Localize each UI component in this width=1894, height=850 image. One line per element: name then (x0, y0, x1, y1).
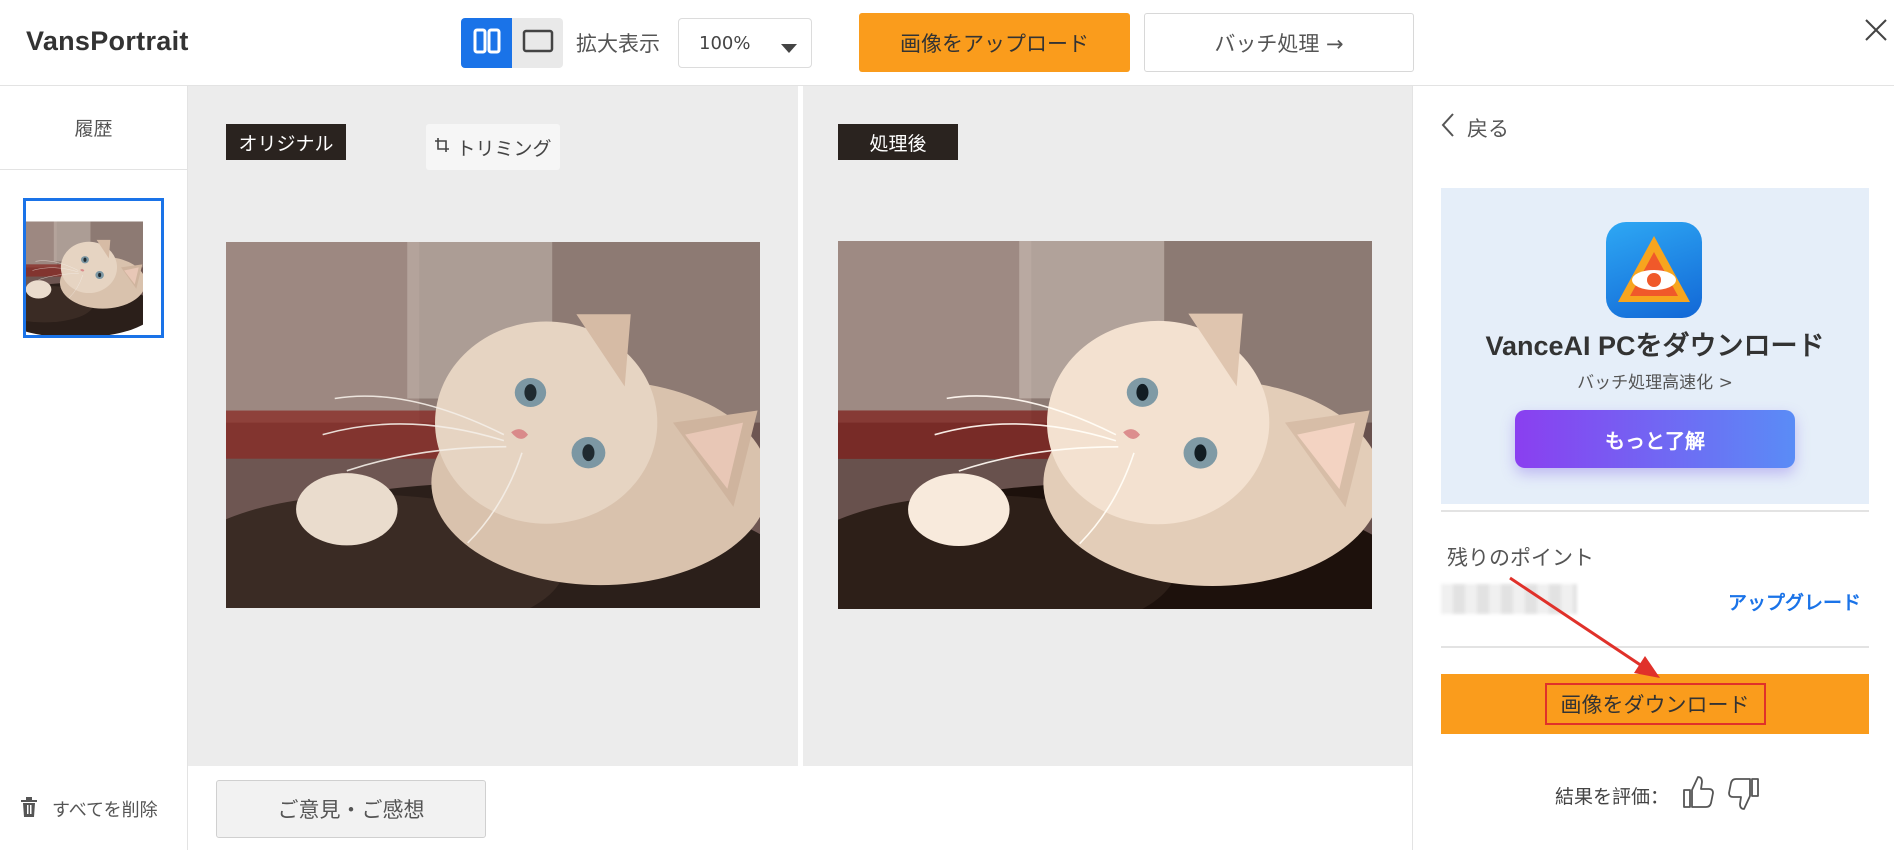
close-icon[interactable] (1862, 16, 1890, 44)
rate-result: 結果を評価： (1555, 776, 1761, 815)
batch-processing-button[interactable]: バッチ処理 → (1144, 13, 1414, 72)
split-view-button[interactable] (461, 18, 512, 68)
back-label: 戻る (1467, 116, 1509, 141)
upgrade-link[interactable]: アップグレード (1728, 588, 1861, 615)
delete-all-button[interactable]: すべてを削除 (20, 796, 158, 822)
history-thumbnail[interactable] (23, 198, 164, 338)
learn-more-button[interactable]: もっと了解 (1515, 410, 1795, 468)
right-panel: 戻る VanceAI PCをダウンロード バッチ処理高速化 > もっと了解 残り… (1412, 86, 1894, 850)
compare-divider[interactable] (798, 86, 803, 766)
single-view-icon (522, 29, 554, 57)
download-image-label: 画像をダウンロード (1544, 683, 1766, 725)
chevron-down-icon (781, 39, 797, 58)
remaining-points-value-blurred (1441, 584, 1577, 614)
processed-tag: 処理後 (838, 124, 958, 160)
original-image (226, 242, 760, 608)
history-sidebar: 履歴 すべてを削除 (0, 86, 188, 850)
single-view-button[interactable] (512, 18, 563, 68)
crop-button[interactable]: トリミング (426, 124, 560, 170)
zoom-select[interactable]: 100% (678, 18, 812, 68)
view-toggle (461, 18, 563, 68)
thumbs-down-icon[interactable] (1727, 776, 1761, 815)
processed-image (838, 241, 1372, 609)
zoom-label: 拡大表示 (576, 32, 660, 56)
promo-subtitle-link[interactable]: バッチ処理高速化 > (1441, 368, 1869, 393)
crop-label: トリミング (456, 137, 552, 160)
top-bar: VansPortrait 拡大表示 100% 画像をアップロード バッチ処理 → (0, 0, 1894, 86)
split-view-icon (473, 28, 501, 58)
original-tag: オリジナル (226, 124, 346, 160)
remaining-points-label: 残りのポイント (1447, 546, 1594, 570)
feedback-button[interactable]: ご意見・ご感想 (216, 780, 486, 838)
divider (1441, 510, 1869, 512)
app-title: VansPortrait (26, 26, 189, 56)
rate-label: 結果を評価： (1555, 786, 1670, 808)
compare-area: オリジナル トリミング 処理後 (188, 86, 1412, 766)
app-logo-icon (1606, 222, 1702, 318)
trash-icon (20, 796, 38, 822)
feedback-bar: ご意見・ご感想 (188, 766, 1412, 850)
download-image-button[interactable]: 画像をダウンロード (1441, 674, 1869, 734)
chevron-left-icon (1441, 112, 1455, 143)
delete-all-label: すべてを削除 (52, 800, 158, 821)
promo-card: VanceAI PCをダウンロード バッチ処理高速化 > もっと了解 (1441, 188, 1869, 504)
promo-title: VanceAI PCをダウンロード (1485, 331, 1825, 361)
zoom-value: 100% (699, 33, 751, 54)
back-button[interactable]: 戻る (1441, 112, 1509, 143)
thumbs-up-icon[interactable] (1681, 776, 1715, 815)
divider (1441, 646, 1869, 648)
history-title: 履歴 (0, 86, 187, 170)
upload-image-button[interactable]: 画像をアップロード (859, 13, 1130, 72)
crop-icon (434, 136, 450, 158)
